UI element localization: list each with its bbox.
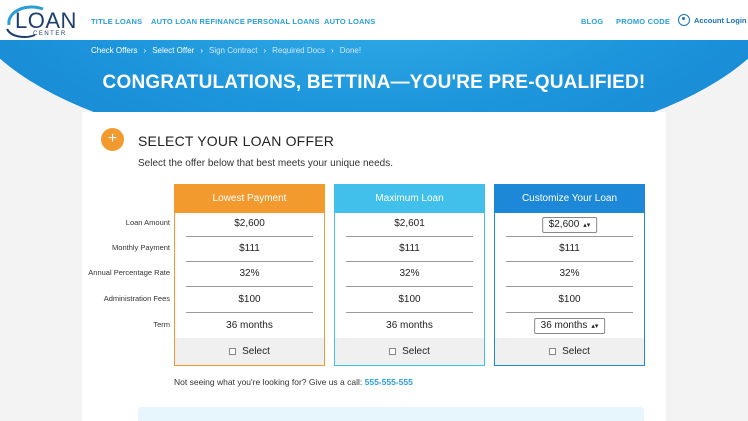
offer-header: Lowest Payment (175, 185, 324, 213)
select-customize-loan[interactable]: Select (495, 338, 644, 365)
term-select[interactable]: 36 months ▴▾ (533, 318, 606, 334)
offer-maximum-loan: Maximum Loan $2,601 $111 32% $100 36 mon… (334, 184, 485, 366)
label-monthly-payment: Monthly Payment (112, 243, 170, 252)
monthly-payment-value: $111 (239, 243, 260, 254)
select-label: Select (402, 346, 430, 357)
divider (506, 286, 633, 287)
admin-fee-value: $100 (398, 294, 421, 305)
chevron-right-icon: › (143, 46, 147, 55)
chevron-right-icon: › (200, 46, 203, 55)
divider (506, 261, 633, 262)
plus-icon: + (101, 128, 124, 151)
term-value: 36 months (226, 320, 273, 331)
nav-personal-loans[interactable]: PERSONAL LOANS (247, 17, 320, 26)
divider (186, 286, 313, 287)
divider (346, 312, 473, 313)
apr-value: 32% (559, 268, 580, 279)
sort-arrows-icon: ▴▾ (591, 323, 599, 330)
select-lowest-payment[interactable]: Select (175, 338, 324, 365)
term-value: 36 months (386, 320, 433, 331)
loan-amount-value: $2,601 (394, 218, 425, 229)
phone-link[interactable]: 555-555-555 (365, 377, 413, 387)
chevron-right-icon: › (263, 46, 267, 55)
account-login-link[interactable]: Account Login (678, 14, 747, 26)
divider (506, 236, 633, 237)
offer-lowest-payment: Lowest Payment $2,600 $111 32% $100 36 m… (174, 184, 325, 366)
divider (346, 261, 473, 262)
page-title: CONGRATULATIONS, BETTINA—YOU'RE PRE-QUAL… (102, 72, 646, 93)
divider (186, 261, 313, 262)
checkbox[interactable] (389, 348, 397, 355)
select-label: Select (242, 346, 270, 357)
offer-header: Customize Your Loan (495, 185, 644, 213)
admin-fee-value: $100 (238, 294, 261, 305)
loan-amount-selected: $2,600 (548, 219, 580, 230)
step-sign-contract: Sign Contract (208, 46, 258, 55)
divider (346, 286, 473, 287)
site-header: LOAN CENTER TITLE LOANS AUTO LOAN REFINA… (0, 0, 748, 40)
nav-blog[interactable]: BLOG (581, 17, 603, 26)
chevron-right-icon: › (331, 46, 334, 55)
logo-subtext: CENTER (33, 31, 67, 37)
label-admin-fees: Administration Fees (103, 294, 170, 303)
select-maximum-loan[interactable]: Select (335, 338, 484, 365)
offer-customize-loan: Customize Your Loan $2,600 ▴▾ $111 32% $1… (494, 184, 645, 366)
progress-steps: Check Offers › Select Offer › Sign Contr… (91, 46, 361, 55)
monthly-payment-value: $111 (559, 243, 580, 254)
divider (186, 236, 313, 237)
loan-amount-value: $2,600 (234, 218, 265, 229)
divider (186, 312, 313, 313)
loan-center-logo[interactable]: LOAN CENTER (5, 3, 77, 39)
divider (346, 236, 473, 237)
account-login-label: Account Login (694, 15, 747, 25)
sort-arrows-icon: ▴▾ (583, 222, 591, 229)
call-us-text: Not seeing what you're looking for? Give… (174, 377, 413, 387)
label-loan-amount: Loan Amount (125, 218, 170, 227)
checkbox[interactable] (549, 348, 557, 355)
divider (506, 312, 633, 313)
offer-header: Maximum Loan (335, 185, 484, 213)
select-label: Select (562, 346, 590, 357)
nav-promo-code[interactable]: PROMO CODE (616, 17, 670, 26)
label-term: Term (153, 320, 170, 329)
card-title: SELECT YOUR LOAN OFFER (138, 133, 335, 149)
step-done: Done! (339, 46, 362, 55)
checkbox[interactable] (229, 348, 237, 355)
step-required-docs: Required Docs (272, 46, 326, 55)
nav-auto-loans[interactable]: AUTO LOANS (324, 17, 375, 26)
apr-value: 32% (239, 268, 260, 279)
monthly-payment-value: $111 (399, 243, 420, 254)
term-selected: 36 months (540, 320, 588, 331)
nav-title-loans[interactable]: TITLE LOANS (91, 17, 142, 26)
card-subtitle: Select the offer below that best meets y… (138, 158, 393, 169)
step-check-offers: Check Offers (91, 46, 138, 55)
step-select-offer: Select Offer (152, 46, 195, 55)
admin-fee-value: $100 (558, 294, 581, 305)
call-us-label: Not seeing what you're looking for? Give… (174, 377, 365, 387)
info-box (138, 407, 644, 421)
label-apr: Annual Percentage Rate (88, 268, 170, 277)
user-icon (678, 14, 690, 26)
nav-auto-loan-refinance[interactable]: AUTO LOAN REFINANCE (151, 17, 245, 26)
apr-value: 32% (399, 268, 420, 279)
loan-amount-select[interactable]: $2,600 ▴▾ (541, 217, 598, 233)
